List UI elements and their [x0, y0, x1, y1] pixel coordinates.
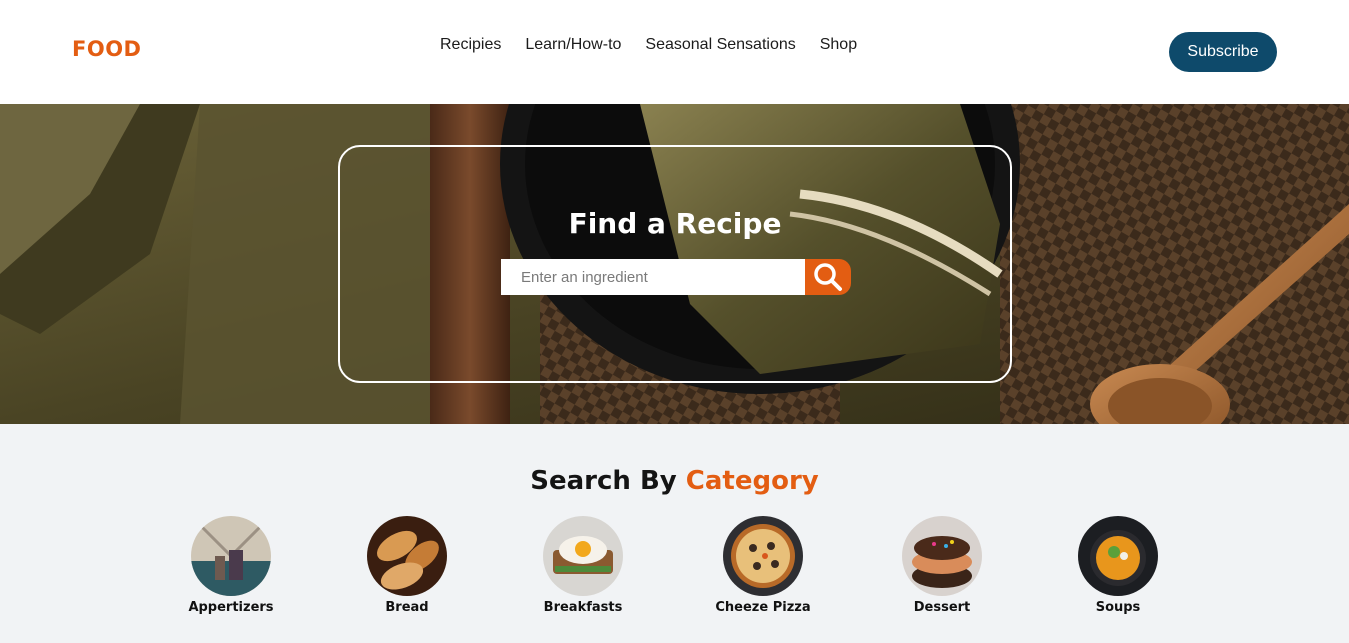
- site-logo[interactable]: FOOD: [72, 37, 141, 61]
- soup-image: [1078, 516, 1158, 596]
- dessert-image: [902, 516, 982, 596]
- nav-item-seasonal[interactable]: Seasonal Sensations: [645, 36, 795, 54]
- category-label: Appertizers: [188, 600, 274, 615]
- search-bar: [501, 259, 851, 295]
- category-label: Breakfasts: [543, 600, 623, 615]
- hero-title: Find a Recipe: [568, 207, 782, 240]
- ingredient-search-input[interactable]: [501, 259, 805, 295]
- category-item-appetizers[interactable]: Appertizers: [166, 516, 296, 615]
- breakfast-image: [543, 516, 623, 596]
- hero-banner: Find a Recipe: [0, 104, 1349, 424]
- appetizers-image: [191, 516, 271, 596]
- nav-item-recipes[interactable]: Recipies: [440, 36, 501, 54]
- category-item-soups[interactable]: Soups: [1053, 516, 1183, 615]
- category-item-pizza[interactable]: Cheeze Pizza: [698, 516, 828, 615]
- nav-item-shop[interactable]: Shop: [820, 36, 857, 54]
- category-label: Soups: [1095, 600, 1141, 615]
- category-label: Bread: [385, 600, 429, 615]
- site-header: FOOD Recipies Learn/How-to Seasonal Sens…: [0, 0, 1349, 104]
- search-panel: Find a Recipe: [338, 145, 1012, 383]
- category-heading: Search By Category: [0, 466, 1349, 496]
- category-section: Search By Category Appertizers Bread Bre…: [0, 424, 1349, 643]
- main-nav: Recipies Learn/How-to Seasonal Sensation…: [440, 36, 857, 54]
- nav-item-learn[interactable]: Learn/How-to: [525, 36, 621, 54]
- pizza-image: [723, 516, 803, 596]
- category-item-breakfasts[interactable]: Breakfasts: [518, 516, 648, 615]
- subscribe-button[interactable]: Subscribe: [1169, 32, 1277, 72]
- bread-image: [367, 516, 447, 596]
- category-heading-accent: Category: [685, 466, 819, 496]
- category-label: Dessert: [913, 600, 971, 615]
- category-label: Cheeze Pizza: [715, 600, 811, 615]
- search-button[interactable]: [805, 259, 851, 295]
- category-item-bread[interactable]: Bread: [342, 516, 472, 615]
- category-heading-prefix: Search By: [530, 466, 677, 496]
- search-icon: [814, 263, 842, 291]
- category-item-dessert[interactable]: Dessert: [877, 516, 1007, 615]
